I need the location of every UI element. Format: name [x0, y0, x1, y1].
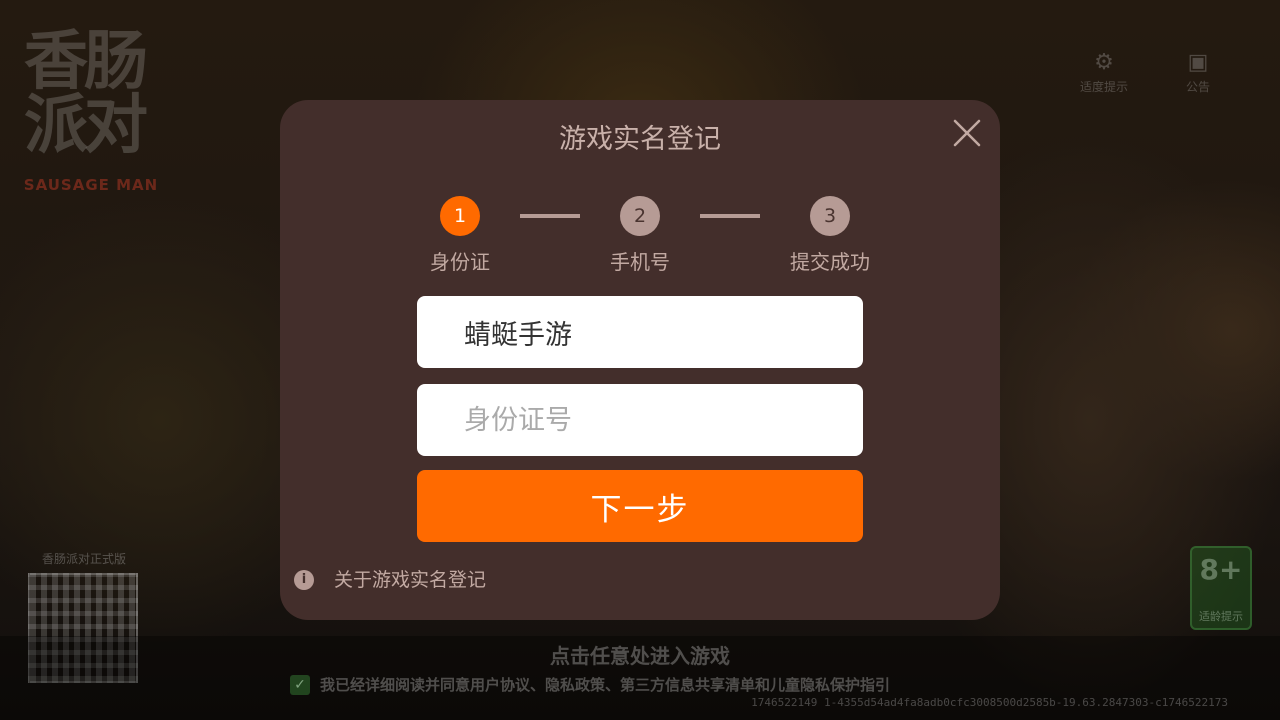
name-input[interactable] [417, 296, 863, 368]
sliders-icon: ⚙ [1094, 50, 1114, 75]
top-right-menu: ⚙ 适度提示 ▣ 公告 [1072, 48, 1230, 95]
close-icon [953, 119, 981, 147]
agreement-row: ✓ 我已经详细阅读并同意用户协议、隐私政策、第三方信息共享清单和儿童隐私保护指引 [290, 674, 890, 695]
notice-button[interactable]: ▣ 公告 [1166, 48, 1230, 95]
next-step-button[interactable]: 下一步 [417, 470, 863, 542]
logo-text-line1: 香肠 [24, 25, 148, 99]
game-logo: 香肠 派对 SAUSAGE MAN [18, 10, 168, 200]
logo-subtitle: SAUSAGE MAN [23, 176, 159, 194]
agreement-text[interactable]: 我已经详细阅读并同意用户协议、隐私政策、第三方信息共享清单和儿童隐私保护指引 [320, 674, 890, 695]
step-2-label: 手机号 [610, 250, 670, 274]
about-real-name-link[interactable]: i 关于游戏实名登记 [294, 566, 486, 594]
about-real-name-text[interactable]: 关于游戏实名登记 [334, 566, 486, 594]
step-id-card: 1 身份证 [400, 196, 520, 276]
step-submit-success: 3 提交成功 [770, 196, 890, 276]
notice-icon: ▣ [1187, 50, 1209, 75]
step-2-circle: 2 [620, 196, 660, 236]
enter-game-prompt[interactable]: 点击任意处进入游戏 [0, 640, 1280, 669]
step-1-label: 身份证 [430, 250, 490, 274]
age-rating-label: 适龄提示 [1199, 610, 1243, 623]
step-phone: 2 手机号 [580, 196, 700, 276]
age-rating-badge[interactable]: 8+ 适龄提示 [1190, 546, 1252, 630]
step-connector-2 [700, 214, 760, 218]
agreement-checkbox[interactable]: ✓ [290, 674, 310, 695]
step-3-circle: 3 [810, 196, 850, 236]
qr-label: 香肠派对正式版 [41, 552, 126, 566]
age-rating-number: 8+ [1199, 553, 1243, 586]
step-1-circle: 1 [440, 196, 480, 236]
real-name-dialog: 游戏实名登记 1 身份证 2 手机号 3 提交成功 下一步 i 关于游戏实名登记 [280, 100, 1000, 620]
progress-stepper: 1 身份证 2 手机号 3 提交成功 [280, 196, 1000, 286]
logo-text-line2: 派对 [24, 89, 148, 163]
dialog-title: 游戏实名登记 [559, 124, 721, 155]
build-info: 1746522149 1-4355d54ad4fa8adb0cfc3008500… [751, 696, 1228, 709]
step-3-label: 提交成功 [790, 250, 870, 274]
age-tip-label: 适度提示 [1079, 80, 1128, 94]
age-tip-button[interactable]: ⚙ 适度提示 [1072, 48, 1136, 95]
close-button[interactable] [950, 116, 984, 150]
info-icon: i [294, 570, 314, 590]
step-connector-1 [520, 214, 580, 218]
notice-label: 公告 [1185, 80, 1210, 94]
id-number-input[interactable] [417, 384, 863, 456]
